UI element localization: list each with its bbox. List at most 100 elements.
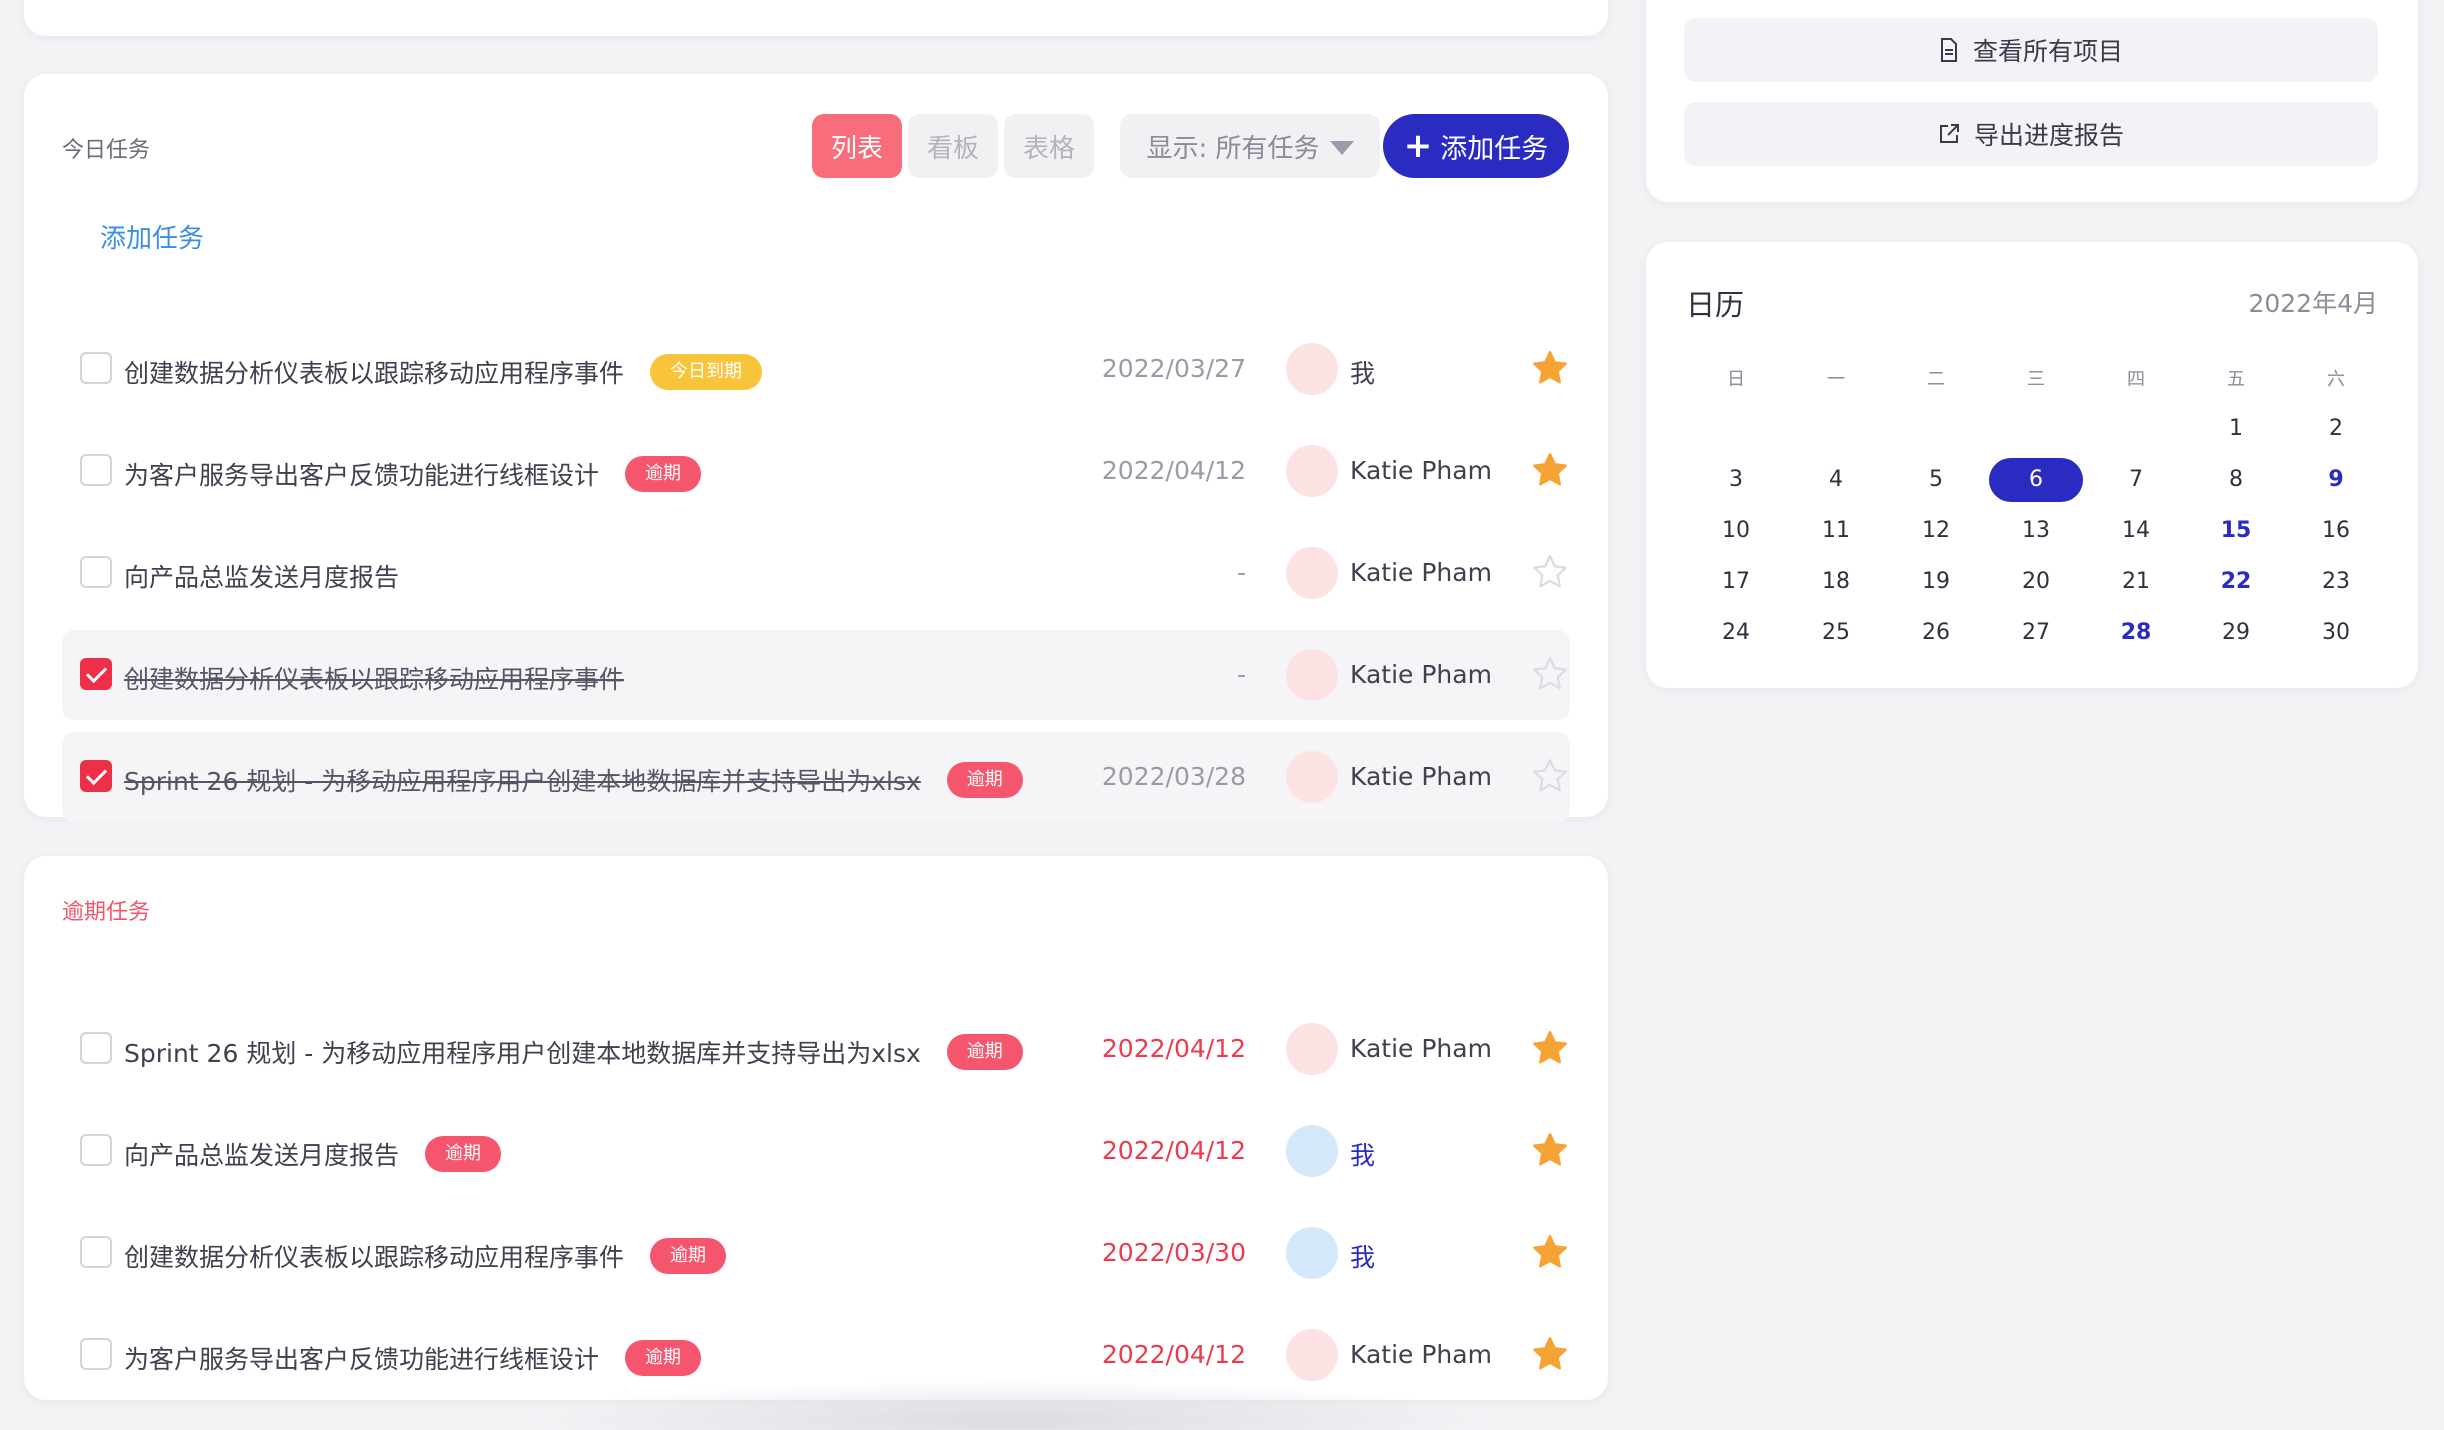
actions-card: 查看所有项目 导出进度报告 — [1646, 0, 2418, 202]
calendar-day[interactable]: 4 — [1786, 454, 1886, 505]
task-row[interactable]: 向产品总监发送月度报告 - Katie Pham — [62, 528, 1570, 618]
task-checkbox[interactable] — [80, 352, 112, 384]
export-report-button[interactable]: 导出进度报告 — [1684, 102, 2378, 166]
calendar-day[interactable]: 11 — [1786, 505, 1886, 556]
task-row[interactable]: 为客户服务导出客户反馈功能进行线框设计 逾期 2022/04/12 Katie Pha… — [62, 426, 1570, 516]
star-icon[interactable] — [1530, 1130, 1570, 1170]
task-title-wrap: 创建数据分析仪表板以跟踪移动应用程序事件 逾期 — [124, 1238, 727, 1274]
task-title[interactable]: Sprint 26 规划 - 为移动应用程序用户创建本地数据库并支持导出为xls… — [124, 762, 921, 798]
task-title[interactable]: 为客户服务导出客户反馈功能进行线框设计 — [124, 456, 599, 492]
star-icon[interactable] — [1530, 1334, 1570, 1374]
task-title-wrap: 向产品总监发送月度报告 — [124, 558, 399, 594]
view-all-projects-label: 查看所有项目 — [1972, 37, 2123, 66]
calendar-day[interactable]: 9 — [2286, 454, 2386, 505]
star-icon[interactable] — [1530, 552, 1570, 592]
calendar-month: 2022年4月 — [2248, 289, 2378, 318]
task-assignee: 我 — [1350, 1243, 1376, 1272]
task-filter-select[interactable]: 显示: 所有任务 — [1120, 114, 1380, 178]
task-title-wrap: 向产品总监发送月度报告 逾期 — [124, 1136, 502, 1172]
calendar-day[interactable]: 21 — [2086, 556, 2186, 607]
add-task-button[interactable]: + 添加任务 — [1383, 114, 1569, 178]
calendar-day[interactable]: 12 — [1886, 505, 1986, 556]
calendar-day-number: 16 — [2322, 518, 2350, 543]
task-due-date: 2022/04/12 — [1101, 456, 1246, 485]
task-title[interactable]: Sprint 26 规划 - 为移动应用程序用户创建本地数据库并支持导出为xls… — [124, 1034, 921, 1070]
calendar-day[interactable]: 14 — [2086, 505, 2186, 556]
task-row[interactable]: 创建数据分析仪表板以跟踪移动应用程序事件 今日到期 2022/03/27 我 — [62, 324, 1570, 414]
calendar-day[interactable]: 17 — [1686, 556, 1786, 607]
calendar-day-number: 1 — [2229, 416, 2243, 441]
calendar-day[interactable]: 13 — [1986, 505, 2086, 556]
task-row[interactable]: Sprint 26 规划 - 为移动应用程序用户创建本地数据库并支持导出为xls… — [62, 732, 1570, 822]
task-title[interactable]: 向产品总监发送月度报告 — [124, 558, 399, 594]
avatar — [1286, 751, 1338, 803]
calendar-weekday: 日 — [1727, 368, 1745, 390]
task-checkbox[interactable] — [80, 556, 112, 588]
star-icon[interactable] — [1530, 654, 1570, 694]
star-icon[interactable] — [1530, 1028, 1570, 1068]
calendar-day-number: 8 — [2229, 467, 2243, 492]
calendar-day-number: 9 — [2328, 467, 2344, 492]
calendar-day[interactable]: 5 — [1886, 454, 1986, 505]
add-task-link[interactable]: 添加任务 — [100, 218, 204, 255]
calendar-day-number: 3 — [1729, 467, 1743, 492]
calendar-day[interactable]: 30 — [2286, 607, 2386, 658]
calendar-day-number: 6 — [1989, 457, 2083, 502]
task-checkbox[interactable] — [80, 658, 112, 690]
view-list-tab[interactable]: 列表 — [812, 114, 902, 178]
task-assignee: 我 — [1350, 359, 1376, 388]
calendar-weekday: 五 — [2227, 368, 2245, 390]
task-title[interactable]: 创建数据分析仪表板以跟踪移动应用程序事件 — [124, 1238, 624, 1274]
task-due-date: 2022/03/28 — [1101, 762, 1246, 791]
star-icon[interactable] — [1530, 348, 1570, 388]
task-checkbox[interactable] — [80, 1338, 112, 1370]
calendar-day[interactable]: 26 — [1886, 607, 1986, 658]
calendar-day[interactable]: 7 — [2086, 454, 2186, 505]
task-title[interactable]: 为客户服务导出客户反馈功能进行线框设计 — [124, 1340, 599, 1376]
today-tasks-card: 今日任务 列表 看板 表格 显示: 所有任务 + 添加任务 添加任务 创建数据分… — [24, 74, 1608, 822]
calendar-day-number: 13 — [2022, 518, 2050, 543]
star-icon[interactable] — [1530, 1232, 1570, 1272]
overdue-tasks-card: 逾期任务 Sprint 26 规划 - 为移动应用程序用户创建本地数据库并支持导… — [24, 856, 1608, 1400]
task-title[interactable]: 创建数据分析仪表板以跟踪移动应用程序事件 — [124, 660, 624, 696]
task-title[interactable]: 向产品总监发送月度报告 — [124, 1136, 399, 1172]
view-table-tab[interactable]: 表格 — [1004, 114, 1094, 178]
task-title[interactable]: 创建数据分析仪表板以跟踪移动应用程序事件 — [124, 354, 624, 390]
task-checkbox[interactable] — [80, 1134, 112, 1166]
calendar-day[interactable]: 22 — [2186, 556, 2286, 607]
calendar-day[interactable]: 16 — [2286, 505, 2386, 556]
calendar-day-number: 12 — [1922, 518, 1950, 543]
calendar-day[interactable]: 8 — [2186, 454, 2286, 505]
calendar-day[interactable]: 1 — [2186, 403, 2286, 454]
calendar-day[interactable]: 18 — [1786, 556, 1886, 607]
task-checkbox[interactable] — [80, 454, 112, 486]
calendar-day[interactable]: 15 — [2186, 505, 2286, 556]
calendar-day-number: 20 — [2022, 569, 2050, 594]
calendar-day[interactable]: 10 — [1686, 505, 1786, 556]
calendar-day[interactable]: 29 — [2186, 607, 2286, 658]
task-row[interactable]: 创建数据分析仪表板以跟踪移动应用程序事件 逾期 2022/03/30 我 — [62, 1208, 1570, 1298]
task-row[interactable]: 创建数据分析仪表板以跟踪移动应用程序事件 - Katie Pham — [62, 630, 1570, 720]
calendar-day[interactable]: 23 — [2286, 556, 2386, 607]
task-checkbox[interactable] — [80, 1032, 112, 1064]
star-icon[interactable] — [1530, 756, 1570, 796]
task-due-date: 2022/03/30 — [1101, 1238, 1246, 1267]
calendar-day[interactable]: 2 — [2286, 403, 2386, 454]
view-all-projects-button[interactable]: 查看所有项目 — [1684, 18, 2378, 82]
task-title-wrap: 为客户服务导出客户反馈功能进行线框设计 逾期 — [124, 1340, 702, 1376]
status-badge: 逾期 — [625, 456, 702, 492]
task-checkbox[interactable] — [80, 760, 112, 792]
calendar-day[interactable]: 20 — [1986, 556, 2086, 607]
calendar-day[interactable]: 25 — [1786, 607, 1886, 658]
calendar-day[interactable]: 28 — [2086, 607, 2186, 658]
calendar-day[interactable]: 19 — [1886, 556, 1986, 607]
task-row[interactable]: Sprint 26 规划 - 为移动应用程序用户创建本地数据库并支持导出为xls… — [62, 1004, 1570, 1094]
star-icon[interactable] — [1530, 450, 1570, 490]
view-board-tab[interactable]: 看板 — [908, 114, 998, 178]
calendar-day[interactable]: 24 — [1686, 607, 1786, 658]
task-checkbox[interactable] — [80, 1236, 112, 1268]
calendar-day[interactable]: 6 — [1986, 454, 2086, 505]
calendar-day[interactable]: 27 — [1986, 607, 2086, 658]
calendar-day[interactable]: 3 — [1686, 454, 1786, 505]
task-row[interactable]: 向产品总监发送月度报告 逾期 2022/04/12 我 — [62, 1106, 1570, 1196]
